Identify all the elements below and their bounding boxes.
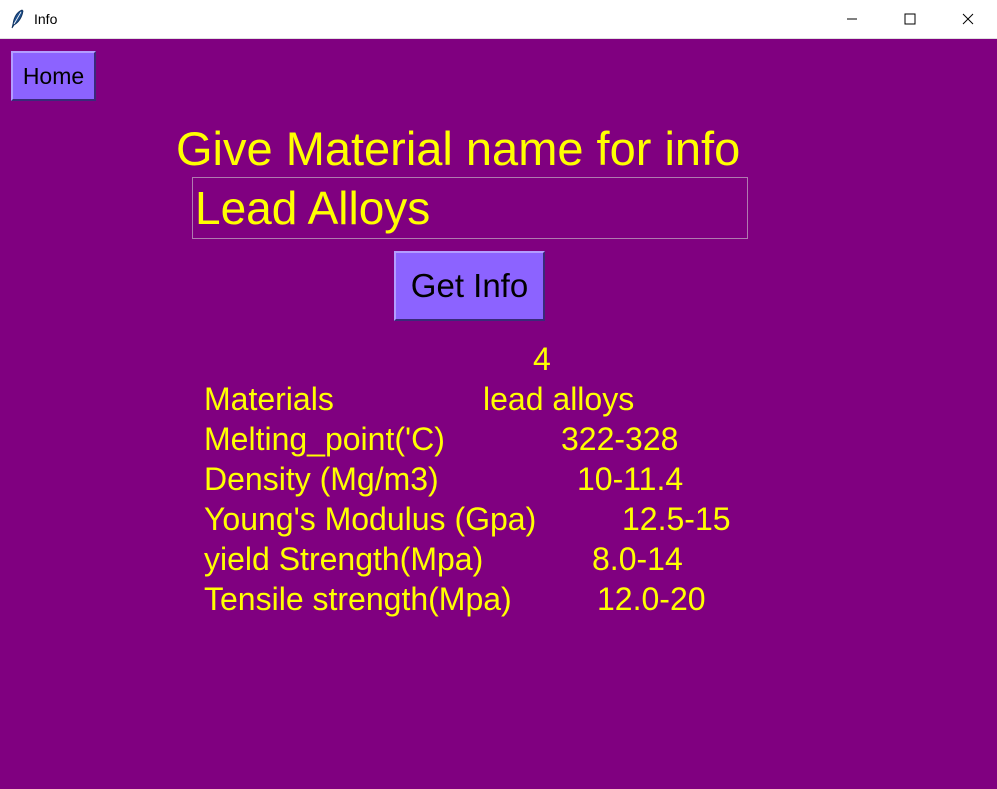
page-heading: Give Material name for info [176, 122, 741, 175]
youngs-modulus-label: Young's Modulus (Gpa) [204, 501, 537, 537]
tensile-strength-value: 12.0-20 [597, 581, 706, 617]
close-icon [962, 13, 974, 25]
main-panel: Home Give Material name for info Get Inf… [0, 39, 997, 789]
minimize-icon [847, 18, 857, 20]
get-info-button[interactable]: Get Info [394, 251, 545, 321]
density-value: 10-11.4 [577, 461, 684, 497]
materials-label: Materials [204, 381, 334, 417]
density-label: Density (Mg/m3) [204, 461, 439, 497]
melting-point-label: Melting_point('C) [204, 421, 445, 457]
window-title: Info [34, 11, 58, 27]
title-bar: Info [0, 0, 997, 39]
yield-strength-value: 8.0-14 [592, 541, 683, 577]
minimize-button[interactable] [823, 0, 881, 38]
melting-point-value: 322-328 [561, 421, 679, 457]
tensile-strength-label: Tensile strength(Mpa) [204, 581, 512, 617]
materials-value: lead alloys [483, 381, 635, 417]
maximize-icon [904, 13, 916, 25]
result-index: 4 [533, 341, 551, 377]
youngs-modulus-value: 12.5-15 [622, 501, 731, 537]
yield-strength-label: yield Strength(Mpa) [204, 541, 484, 577]
maximize-button[interactable] [881, 0, 939, 38]
material-name-input[interactable] [192, 177, 748, 239]
home-button[interactable]: Home [11, 51, 96, 101]
feather-icon [11, 9, 24, 29]
close-button[interactable] [939, 0, 997, 38]
